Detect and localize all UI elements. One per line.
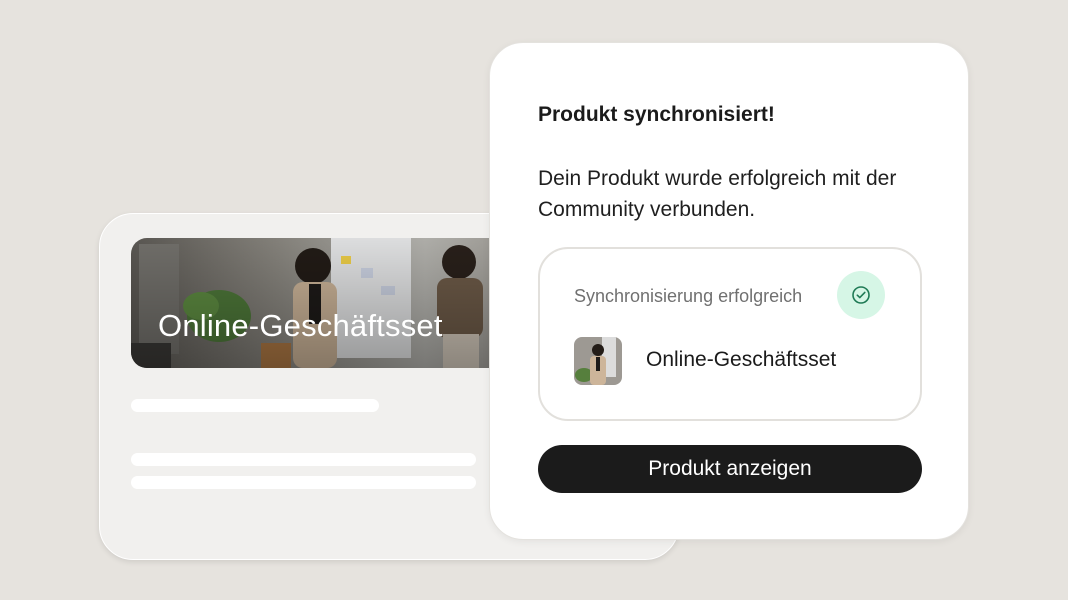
product-card-title: Online-Geschäftsset [158,308,443,343]
sync-status-label: Synchronisierung erfolgreich [574,286,803,306]
thumbnail-photo [574,337,622,385]
stage: Online-Geschäftsset Produkt synchronisie… [0,0,1068,600]
skeleton-line [131,399,379,412]
dialog-title: Produkt synchronisiert! [538,103,775,126]
dialog-message: Dein Produkt wurde erfolgreich mit der C… [538,167,897,221]
view-product-button[interactable]: Produkt anzeigen [538,445,922,493]
sync-status-panel: Synchronisierung erfolgreich Online-Gesc… [538,247,922,421]
product-thumbnail [574,337,622,385]
check-circle-icon [852,286,870,304]
product-hero-image: Online-Geschäftsset [131,238,551,368]
office-photo [131,238,551,368]
synced-product-name: Online-Geschäftsset [646,348,837,371]
skeleton-line [131,476,476,489]
skeleton-line [131,453,476,466]
sync-success-dialog: Produkt synchronisiert! Dein Produkt wur… [489,42,969,540]
sync-success-badge [837,271,885,319]
